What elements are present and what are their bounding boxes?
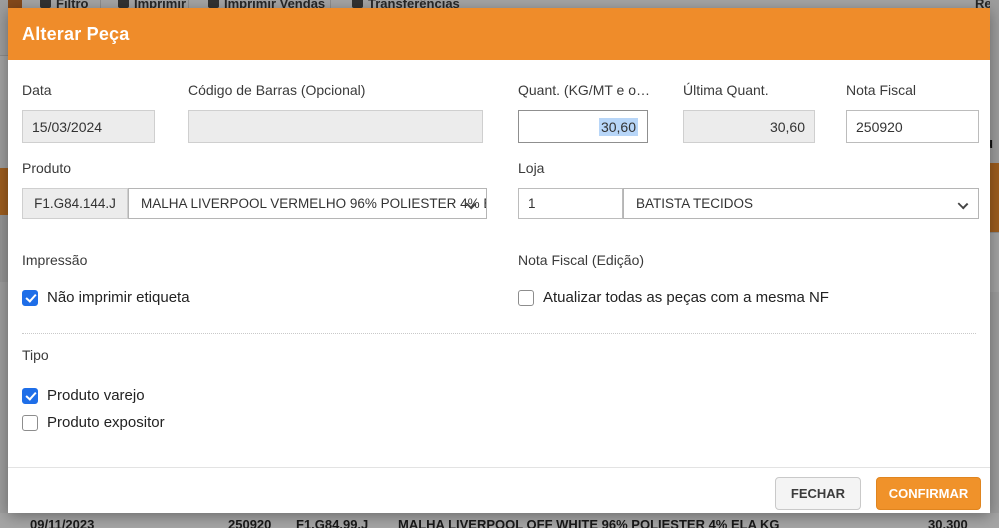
selected-text: 30,60 (599, 118, 638, 136)
ultima-quant-value: 30,60 (770, 119, 805, 135)
loja-selected-option: BATISTA TECIDOS (636, 196, 753, 211)
confirmar-button[interactable]: CONFIRMAR (876, 477, 981, 510)
codigo-barras-label: Código de Barras (Opcional) (188, 82, 365, 98)
nota-fiscal-input[interactable]: 250920 (846, 110, 979, 143)
checkbox-label: Produto expositor (47, 414, 165, 431)
checkbox-icon[interactable] (22, 290, 38, 306)
checkbox-label: Não imprimir etiqueta (47, 289, 190, 306)
nao-imprimir-etiqueta-checkbox[interactable]: Não imprimir etiqueta (22, 289, 190, 306)
impressao-section-label: Impressão (22, 252, 87, 268)
checkbox-label: Produto varejo (47, 387, 145, 404)
produto-selected-option: MALHA LIVERPOOL VERMELHO 96% POLIESTER 4… (141, 196, 487, 211)
loja-number-input[interactable]: 1 (518, 188, 623, 219)
screen: Filtro Imprimir Imprimir Vendas Transfer… (0, 0, 999, 528)
data-label: Data (22, 82, 52, 98)
atualizar-pecas-nf-checkbox[interactable]: Atualizar todas as peças com a mesma NF (518, 289, 829, 306)
checkbox-icon[interactable] (22, 415, 38, 431)
data-value: 15/03/2024 (32, 119, 102, 135)
quant-input[interactable]: 30,60 (518, 110, 648, 143)
checkbox-label: Atualizar todas as peças com a mesma NF (543, 289, 829, 306)
dialog-footer: FECHAR CONFIRMAR (8, 467, 990, 513)
ultima-quant-field: 30,60 (683, 110, 815, 143)
data-field: 15/03/2024 (22, 110, 155, 143)
produto-code-field: F1.G84.144.J (22, 188, 128, 219)
produto-varejo-checkbox[interactable]: Produto varejo (22, 387, 145, 404)
nota-fiscal-value: 250920 (856, 119, 903, 135)
produto-label: Produto (22, 160, 71, 176)
nota-fiscal-label: Nota Fiscal (846, 82, 916, 98)
dialog-header: Alterar Peça (8, 8, 990, 60)
checkbox-icon[interactable] (22, 388, 38, 404)
dialog-title: Alterar Peça (22, 24, 129, 45)
alterar-peca-dialog: Alterar Peça Data Código de Barras (Opci… (8, 8, 990, 513)
produto-select[interactable]: MALHA LIVERPOOL VERMELHO 96% POLIESTER 4… (128, 188, 487, 219)
fechar-button[interactable]: FECHAR (775, 477, 861, 510)
quant-label: Quant. (KG/MT e o… (518, 82, 650, 98)
produto-expositor-checkbox[interactable]: Produto expositor (22, 414, 165, 431)
codigo-barras-field (188, 110, 483, 143)
section-divider (22, 333, 976, 334)
loja-label: Loja (518, 160, 544, 176)
ultima-quant-label: Última Quant. (683, 82, 769, 98)
chevron-down-icon (958, 199, 969, 210)
loja-number-value: 1 (528, 196, 536, 211)
dialog-body: Data Código de Barras (Opcional) Quant. … (8, 60, 990, 467)
nota-fiscal-edicao-section-label: Nota Fiscal (Edição) (518, 252, 644, 268)
loja-select[interactable]: BATISTA TECIDOS (623, 188, 979, 219)
produto-code-value: F1.G84.144.J (34, 196, 116, 211)
tipo-section-label: Tipo (22, 347, 49, 363)
checkbox-icon[interactable] (518, 290, 534, 306)
